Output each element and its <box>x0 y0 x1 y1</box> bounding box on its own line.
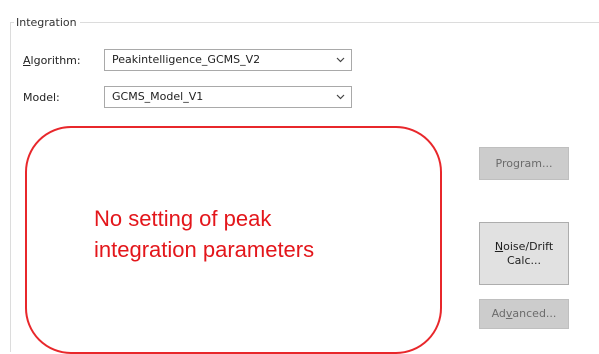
chevron-down-icon <box>336 94 345 100</box>
algorithm-label-mnemonic: A <box>23 54 31 67</box>
annotation-line1: No setting of peak <box>94 206 272 231</box>
model-value: GCMS_Model_V1 <box>112 90 204 103</box>
advanced-button[interactable]: Ad v anced... <box>479 299 569 329</box>
program-button[interactable]: Program... <box>479 147 569 180</box>
annotation-line2: integration parameters <box>94 237 315 262</box>
advanced-label-after: anced... <box>512 307 557 320</box>
advanced-label-before: Ad <box>491 307 506 320</box>
model-dropdown[interactable]: GCMS_Model_V1 <box>104 86 352 108</box>
noise-drift-line2: Calc... <box>506 253 541 267</box>
noise-drift-mnemonic: N <box>494 239 504 253</box>
noise-drift-line1: oise/Drift <box>503 239 554 253</box>
model-label: Model: <box>23 91 60 104</box>
algorithm-label: Algorithm: <box>23 54 81 68</box>
chevron-down-icon <box>336 57 345 63</box>
noise-drift-calc-button[interactable]: Noise/Drift Calc... <box>479 222 569 285</box>
integration-panel: Integration Algorithm: Peakintelligence_… <box>0 0 599 354</box>
algorithm-dropdown[interactable]: Peakintelligence_GCMS_V2 <box>104 49 352 71</box>
noise-drift-calc-label: Noise/Drift Calc... <box>495 240 553 268</box>
algorithm-label-rest: lgorithm: <box>30 54 81 67</box>
annotation-text: No setting of peak integration parameter… <box>94 203 414 265</box>
algorithm-value: Peakintelligence_GCMS_V2 <box>112 53 261 66</box>
integration-group-title: Integration <box>14 17 80 29</box>
